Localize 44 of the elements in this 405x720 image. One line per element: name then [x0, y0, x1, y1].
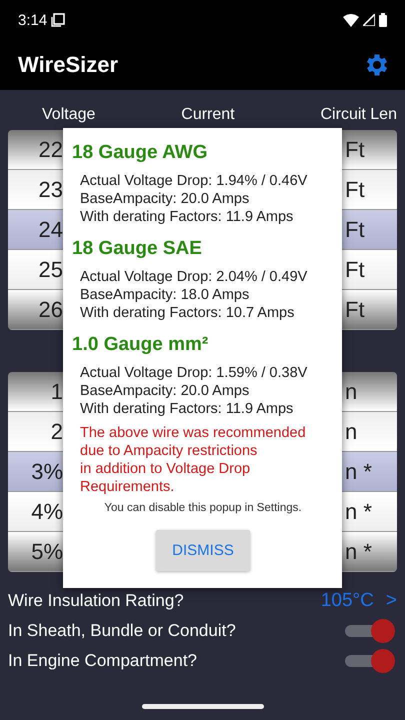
result-line: With derating Factors: 11.9 Amps — [80, 400, 294, 418]
picker-value[interactable]: 26 — [8, 290, 63, 329]
column-header: Voltage — [42, 106, 96, 124]
gauge-title: 18 Gauge AWG — [72, 142, 208, 164]
picker-value[interactable]: 2 — [8, 412, 63, 451]
setting-label: Wire Insulation Rating? — [8, 591, 184, 611]
picker-value[interactable]: 22 — [8, 130, 63, 169]
gauge-title: 1.0 Gauge mm² — [72, 334, 210, 356]
picker-value[interactable]: n * — [343, 532, 397, 571]
result-line: Actual Voltage Drop: 1.94% / 0.46V — [80, 172, 308, 190]
note-text: You can disable this popup in Settings. — [103, 502, 303, 514]
picker-value[interactable]: Ft — [343, 290, 397, 329]
gauge-title: 18 Gauge SAE — [72, 238, 203, 260]
picker-value[interactable]: 5% — [8, 532, 63, 571]
result-line: BaseAmpacity: 18.0 Amps — [80, 286, 250, 304]
app-title: WireSizer — [18, 52, 118, 78]
result-line: Actual Voltage Drop: 1.59% / 0.38V — [80, 364, 308, 382]
result-line: BaseAmpacity: 20.0 Amps — [80, 382, 250, 400]
signal-icon — [363, 14, 375, 26]
picker-value[interactable]: n * — [343, 492, 397, 531]
picker-value[interactable]: Ft — [343, 250, 397, 289]
picker-value[interactable]: 23 — [8, 170, 63, 209]
wifi-icon — [343, 14, 359, 26]
setting-label: In Engine Compartment? — [8, 651, 197, 671]
warning-text: The above wire was recommended due to Ampacity restrictions in addition to Voltage Drop Requirements. — [80, 424, 307, 496]
toggle-switch[interactable] — [343, 649, 395, 673]
status-time: 3:14 — [18, 12, 48, 28]
column-header: Current — [181, 106, 235, 124]
picker-value[interactable]: n — [343, 372, 397, 411]
setting-label: In Sheath, Bundle or Conduit? — [8, 621, 236, 641]
picker-value[interactable]: 1 — [8, 372, 63, 411]
toggle-switch[interactable] — [343, 619, 395, 643]
picker-value[interactable]: Ft — [343, 170, 397, 209]
result-line: With derating Factors: 11.9 Amps — [80, 208, 294, 226]
picker-value[interactable]: 4% — [8, 492, 63, 531]
result-line: With derating Factors: 10.7 Amps — [80, 304, 296, 322]
battery-icon — [379, 13, 387, 27]
picker-value[interactable]: n — [343, 412, 397, 451]
column-header: Circuit Len — [320, 106, 397, 124]
screen-icon — [51, 13, 66, 27]
picker-value[interactable]: Ft — [343, 130, 397, 169]
result-line: Actual Voltage Drop: 2.04% / 0.49V — [80, 268, 308, 286]
picker-value[interactable]: 25 — [8, 250, 63, 289]
result-line: BaseAmpacity: 20.0 Amps — [80, 190, 250, 208]
